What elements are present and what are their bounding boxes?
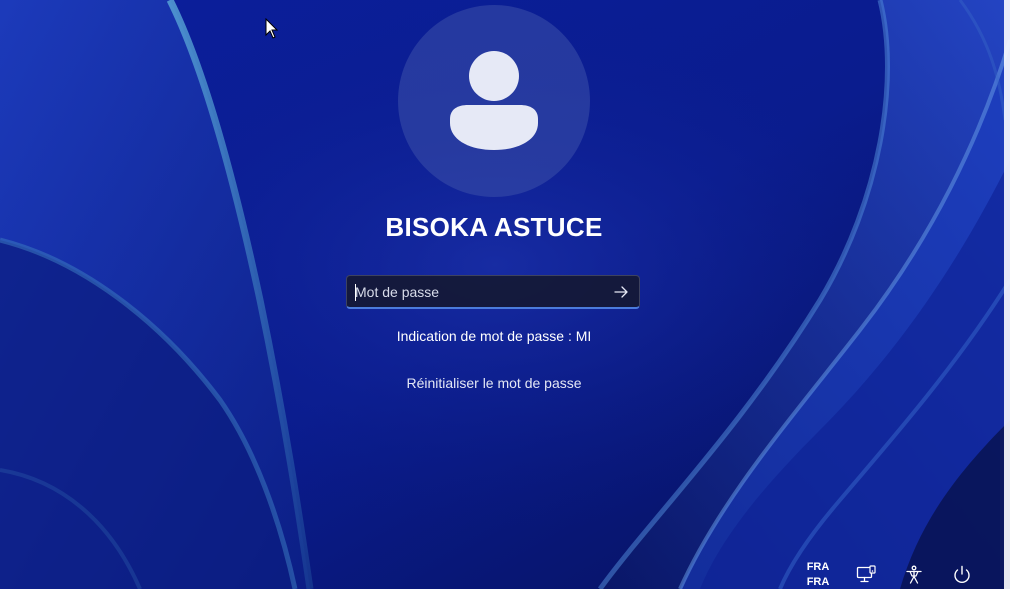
accessibility-icon[interactable] — [903, 564, 925, 586]
language-code-bottom: FRA — [806, 576, 830, 588]
mouse-pointer-icon — [265, 18, 279, 39]
lock-screen: BISOKA ASTUCE Indication de mot de passe… — [0, 0, 1010, 589]
password-input[interactable] — [355, 280, 595, 304]
password-field[interactable] — [346, 275, 640, 309]
submit-arrow-icon[interactable] — [609, 280, 633, 304]
network-icon[interactable] — [855, 564, 877, 586]
password-hint: Indication de mot de passe : MI — [396, 328, 592, 344]
power-icon[interactable] — [951, 564, 973, 586]
text-caret — [355, 284, 356, 301]
language-switcher[interactable]: FRA FRA — [800, 560, 836, 589]
user-avatar — [398, 5, 590, 197]
reset-password-link[interactable]: Réinitialiser le mot de passe — [0, 375, 988, 391]
user-silhouette-icon — [450, 51, 538, 150]
user-name: BISOKA ASTUCE — [385, 212, 603, 242]
language-code-top: FRA — [806, 561, 830, 573]
